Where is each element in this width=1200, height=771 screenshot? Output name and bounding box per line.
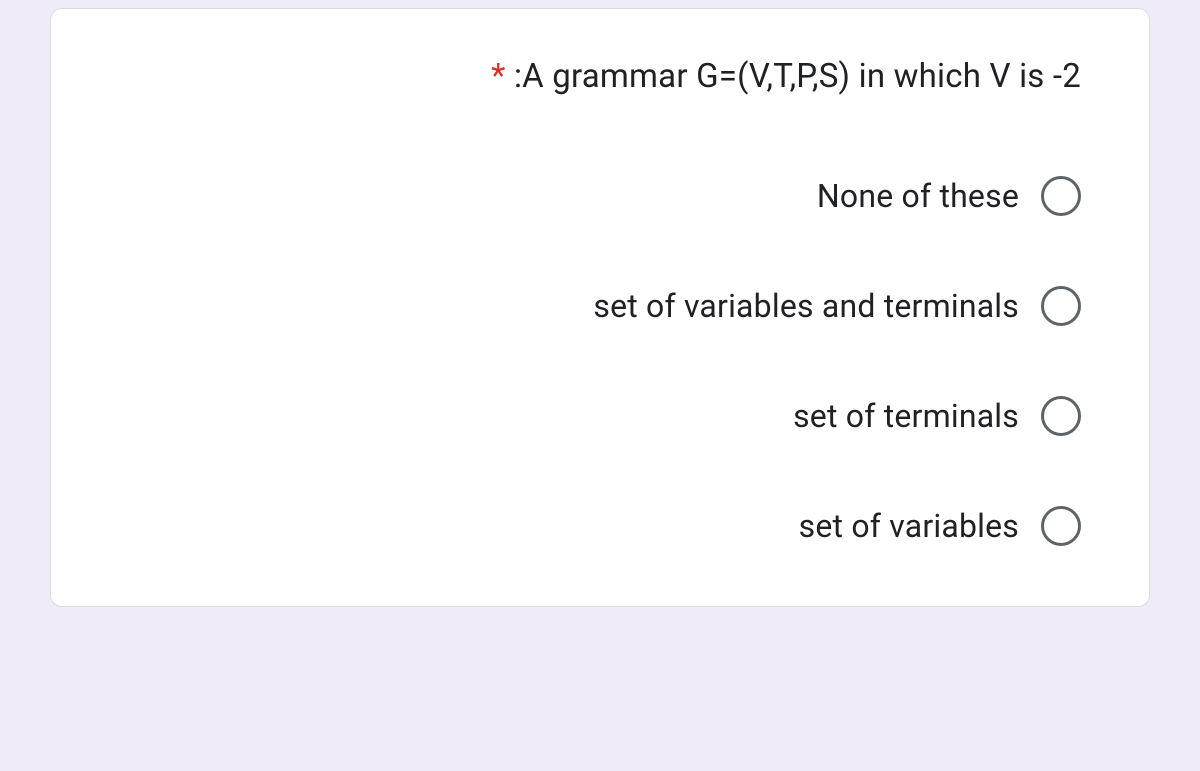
question-card: * :A grammar G=(V,T,P,S) in which V is -…	[50, 8, 1150, 607]
radio-icon[interactable]	[1041, 506, 1081, 546]
option-label: set of variables	[799, 507, 1019, 545]
radio-icon[interactable]	[1041, 286, 1081, 326]
option-row[interactable]: set of variables	[111, 506, 1081, 546]
option-row[interactable]: set of terminals	[111, 396, 1081, 436]
options-group: None of these set of variables and termi…	[111, 176, 1089, 546]
radio-icon[interactable]	[1041, 396, 1081, 436]
option-row[interactable]: None of these	[111, 176, 1081, 216]
radio-icon[interactable]	[1041, 176, 1081, 216]
option-label: set of variables and terminals	[593, 287, 1019, 325]
question-text: :A grammar G=(V,T,P,S) in which V is -2	[514, 57, 1081, 96]
option-label: set of terminals	[793, 397, 1019, 435]
required-marker: *	[491, 57, 505, 96]
option-label: None of these	[817, 177, 1019, 215]
question-title: * :A grammar G=(V,T,P,S) in which V is -…	[111, 57, 1089, 96]
option-row[interactable]: set of variables and terminals	[111, 286, 1081, 326]
